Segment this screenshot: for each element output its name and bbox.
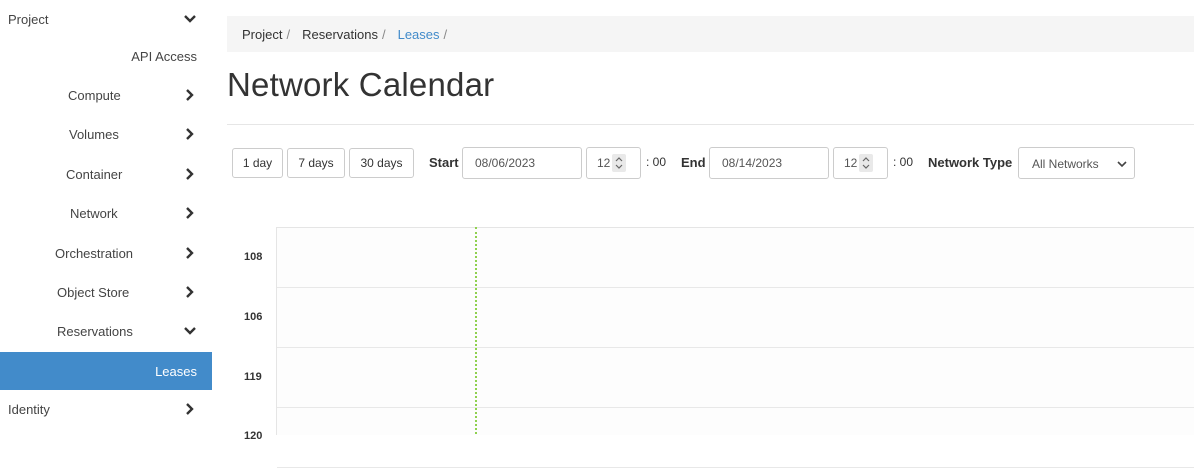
sidebar-item-network[interactable]: Network: [0, 194, 212, 232]
chevron-right-icon: [186, 207, 194, 219]
calendar-row: [277, 228, 1194, 288]
start-hour-value: 12: [597, 156, 611, 170]
sidebar-item-identity[interactable]: Identity: [0, 390, 212, 428]
end-label: End: [681, 155, 706, 170]
start-hour-stepper[interactable]: 12: [586, 147, 641, 179]
breadcrumb: Project / Reservations / Leases /: [227, 16, 1194, 52]
network-type-select[interactable]: All Networks: [1018, 147, 1135, 179]
calendar-row: [277, 348, 1194, 408]
spinner-arrows-icon[interactable]: [859, 154, 873, 172]
breadcrumb-separator: /: [286, 26, 291, 42]
spinner-arrows-icon[interactable]: [612, 154, 626, 172]
calendar-row-label: 119: [244, 371, 262, 383]
chevron-down-icon: [184, 327, 196, 335]
sidebar-item-reservations[interactable]: Reservations: [0, 312, 212, 350]
sidebar-item-project[interactable]: Project: [0, 0, 212, 38]
sidebar-item-label: Orchestration: [55, 245, 134, 261]
end-minutes: : 00: [893, 155, 914, 169]
chevron-right-icon: [186, 168, 194, 180]
chevron-down-icon: [1117, 161, 1127, 168]
start-minutes: : 00: [646, 155, 667, 169]
range-1-day-button[interactable]: 1 day: [232, 148, 283, 178]
sidebar-item-label: Identity: [8, 401, 50, 417]
sidebar-item-api-access[interactable]: API Access: [0, 37, 212, 75]
breadcrumb-reservations[interactable]: Reservations: [302, 27, 378, 42]
network-calendar-grid: [276, 227, 1194, 468]
range-30-days-button[interactable]: 30 days: [349, 148, 414, 178]
sidebar-item-object-store[interactable]: Object Store: [0, 273, 212, 311]
sidebar-item-label: Leases: [155, 363, 197, 379]
sidebar-item-label: Project: [8, 11, 49, 27]
sidebar: Project API Access Compute Volumes Conta…: [0, 0, 212, 434]
sidebar-item-label: Compute: [68, 87, 121, 103]
chevron-right-icon: [186, 89, 194, 101]
chevron-right-icon: [186, 403, 194, 415]
sidebar-item-compute[interactable]: Compute: [0, 76, 212, 114]
calendar-row-label: 120: [244, 430, 263, 442]
sidebar-item-orchestration[interactable]: Orchestration: [0, 234, 212, 272]
breadcrumb-leases[interactable]: Leases: [398, 27, 440, 42]
chevron-down-icon: [184, 15, 196, 23]
chevron-right-icon: [186, 286, 194, 298]
network-type-value: All Networks: [1032, 157, 1099, 171]
current-time-marker: [475, 227, 477, 434]
sidebar-item-volumes[interactable]: Volumes: [0, 115, 212, 153]
sidebar-item-label: Object Store: [57, 284, 130, 300]
start-date-value: 08/06/2023: [475, 156, 536, 170]
end-hour-stepper[interactable]: 12: [833, 147, 888, 179]
start-label: Start: [429, 155, 459, 170]
chevron-right-icon: [186, 128, 194, 140]
start-date-input[interactable]: 08/06/2023: [462, 147, 582, 179]
calendar-row-label: 106: [244, 311, 263, 323]
calendar-row-label: 108: [244, 251, 263, 263]
end-hour-value: 12: [844, 156, 858, 170]
breadcrumb-separator: /: [381, 26, 386, 42]
sidebar-item-label: Reservations: [57, 323, 133, 339]
chevron-right-icon: [186, 247, 194, 259]
calendar-row: [277, 288, 1194, 348]
calendar-row: [277, 408, 1194, 468]
breadcrumb-project[interactable]: Project: [242, 27, 282, 42]
range-7-days-button[interactable]: 7 days: [287, 148, 345, 178]
breadcrumb-separator: /: [443, 26, 448, 42]
end-date-value: 08/14/2023: [722, 156, 783, 170]
network-type-label: Network Type: [928, 155, 1013, 170]
sidebar-item-label: Network: [70, 205, 118, 221]
sidebar-item-leases[interactable]: Leases: [0, 352, 212, 390]
sidebar-item-label: Volumes: [69, 126, 119, 142]
sidebar-item-label: Container: [66, 166, 123, 182]
sidebar-item-label: API Access: [131, 48, 197, 64]
page-title: Network Calendar: [227, 66, 495, 103]
end-date-input[interactable]: 08/14/2023: [709, 147, 829, 179]
divider: [227, 124, 1194, 125]
sidebar-item-container[interactable]: Container: [0, 155, 212, 193]
